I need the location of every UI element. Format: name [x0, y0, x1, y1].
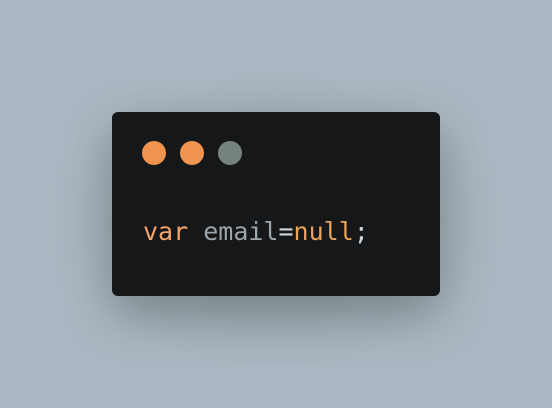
- code-identifier: email: [203, 217, 279, 246]
- code-window: var email=null;: [112, 112, 440, 296]
- close-dot-icon: [142, 141, 166, 165]
- code-operator: =: [278, 217, 294, 246]
- code-line: var email=null;: [143, 216, 369, 248]
- code-value: null: [293, 217, 354, 246]
- maximize-dot-icon: [218, 141, 242, 165]
- code-terminator: ;: [353, 217, 369, 246]
- code-keyword: var: [143, 217, 189, 246]
- minimize-dot-icon: [180, 141, 204, 165]
- window-controls: [142, 141, 242, 165]
